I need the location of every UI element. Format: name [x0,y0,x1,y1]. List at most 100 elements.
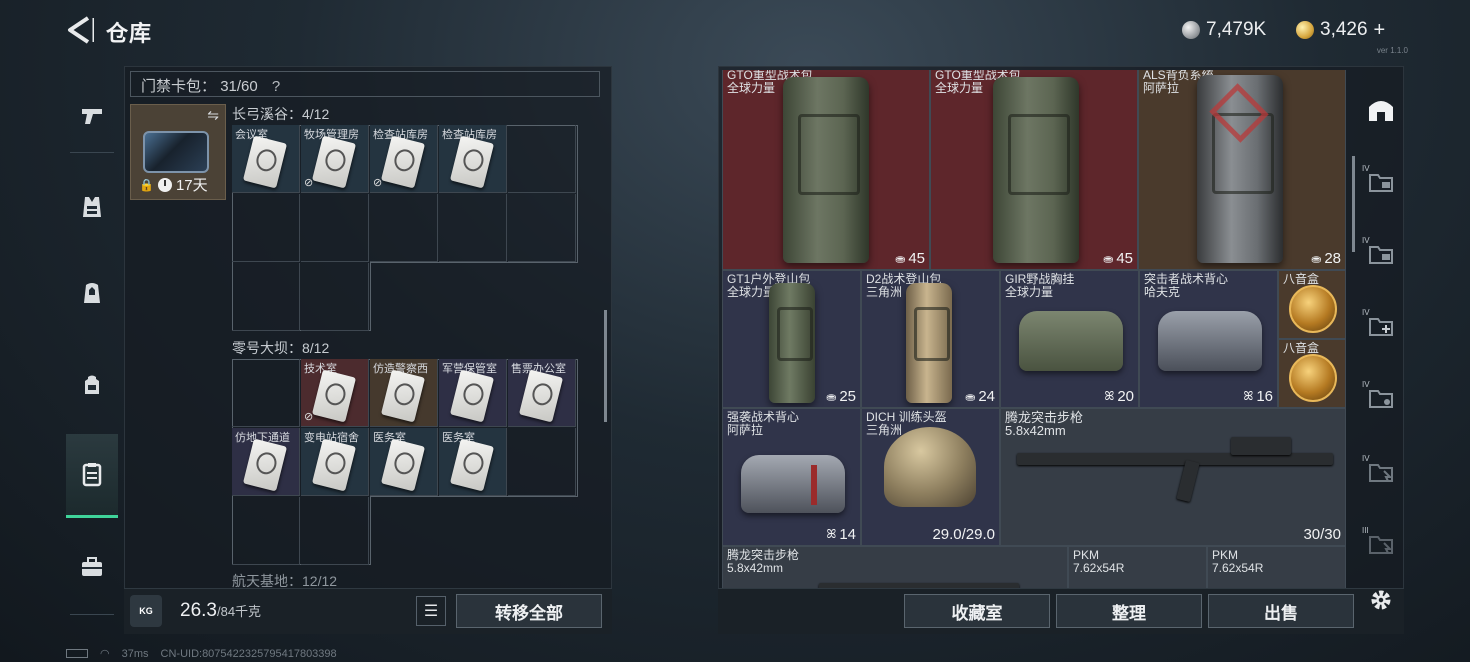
keycard-slot[interactable]: 售票办公室 [508,359,576,427]
keycard-slot[interactable]: 会议室 [232,125,300,193]
item-sub: 5.8x42mm [1005,423,1066,438]
empty-slot[interactable] [301,263,369,331]
empty-slot[interactable] [232,263,300,331]
back-button[interactable] [64,14,96,46]
user-id: CN-UID:8075422325795417803398 [160,647,337,660]
sort-button[interactable]: 整理 [1056,594,1202,628]
vest-icon [83,197,101,217]
empty-slot[interactable] [232,359,300,427]
item-raid-vest[interactable]: 强袭战术背心 阿萨拉 ꕤ 14 [722,408,861,546]
item-als-backpack[interactable]: ALS背负系统 阿萨拉 ⛂ 28 [1138,70,1346,270]
item-pkm[interactable]: PKM 7.62x54R [1207,546,1346,588]
help-icon[interactable]: ? [272,78,280,95]
backpack-icon [85,375,99,394]
empty-slot[interactable] [301,194,369,262]
backpack-image [993,77,1079,263]
right-scrollbar[interactable] [1352,156,1355,252]
item-gto-backpack[interactable]: GTO重型战术包 全球力量 ⛂ 45 [930,70,1138,270]
item-tenglong-rifle[interactable]: 腾龙突击步枪 5.8x42mm [722,546,1068,588]
item-d2-backpack[interactable]: D2战术登山包 三角洲 ⛂ 24 [861,270,1000,408]
vest-durability-icon: ꕤ [826,527,837,541]
keycard-case-slot[interactable]: ⇋ 🔒 17天 [130,104,226,200]
keycard-slot[interactable]: 仿地下通道 [232,428,300,496]
empty-slot[interactable] [508,194,576,262]
collection-room-button[interactable]: 收藏室 [904,594,1050,628]
item-gto-backpack[interactable]: GTO重型战术包 全球力量 ⛂ 45 [722,70,930,270]
empty-slot[interactable] [370,194,438,262]
transfer-all-button[interactable]: 转移全部 [456,594,602,628]
nav-keycard-case[interactable] [66,434,118,518]
item-gt1-backpack[interactable]: GT1户外登山包 全球力量 ⛂ 25 [722,270,861,408]
sell-button[interactable]: 出售 [1208,594,1354,628]
keycard-icon [449,438,495,492]
unbound-icon: ⊘ [304,411,314,423]
nav-weapons[interactable] [66,86,118,144]
silver-currency[interactable]: 7,479K [1182,18,1266,42]
settings-button[interactable] [1362,582,1400,618]
nav-chest-rig[interactable] [66,178,118,236]
keycard-capacity-label: 门禁卡包： [141,78,217,95]
weight-value: 26.3 [180,600,217,621]
keycard-slot[interactable]: 医务室 [439,428,507,496]
section-title-changgong: 长弓溪谷：4/12 [232,104,329,124]
item-count: ꕤ 14 [826,526,856,543]
warehouse-tab-6[interactable]: III [1362,526,1400,562]
backpack-image [906,283,952,403]
durability-icon: ⛂ [826,389,837,404]
page-title: 仓库 [106,21,153,46]
item-pkm[interactable]: PKM 7.62x54R [1068,546,1207,588]
warehouse-tab-3[interactable]: IV [1362,308,1400,344]
item-music-box[interactable]: 八音盒 [1278,339,1346,408]
section-name: 长弓溪谷： [232,106,302,122]
empty-slot[interactable] [508,125,576,193]
empty-slot[interactable] [301,497,369,565]
keycard-slot[interactable]: 牧场管理房 ⊘ [301,125,369,193]
section-title-dam: 零号大坝：8/12 [232,338,329,358]
keycard-icon [242,135,288,189]
item-count: 29.0/29.0 [932,526,995,543]
keycard-icon [518,369,564,423]
warehouse-tab-4[interactable]: IV [1362,380,1400,416]
gear-icon [1371,590,1391,610]
empty-slot[interactable] [508,428,576,496]
helmet-image [884,427,976,507]
keycard-slot[interactable]: 医务室 [370,428,438,496]
item-count: ⛂ 45 [895,250,925,267]
item-sub: 7.62x54R [1073,561,1125,575]
item-music-box[interactable]: 八音盒 [1278,270,1346,339]
vest-durability-icon: ꕤ [1243,389,1254,403]
gold-currency[interactable]: 3,426 + [1296,18,1385,42]
item-sub: 阿萨拉 [727,423,764,437]
warehouse-tab-2[interactable]: IV [1362,236,1400,272]
lock-icon: 🔒 [139,177,154,192]
add-currency-button[interactable]: + [1374,19,1386,42]
nav-backpack[interactable] [66,356,118,414]
folder-cursor-icon [1369,536,1393,554]
item-tenglong-rifle[interactable]: 腾龙突击步枪 5.8x42mm 30/30 [1000,408,1346,546]
keycard-slot[interactable]: 军营保管室 [439,359,507,427]
item-assault-vest[interactable]: 突击者战术背心 哈夫克 ꕤ 16 [1139,270,1278,408]
warehouse-tab-5[interactable]: IV [1362,454,1400,490]
keycard-slot[interactable]: 检查站库房 ⊘ [370,125,438,193]
weight-icon: KG [130,595,162,627]
safehouse-tab[interactable] [1362,92,1400,128]
swap-icon[interactable]: ⇋ [207,107,219,124]
item-gir-chest-rig[interactable]: GIR野战胸挂 全球力量 ꕤ 20 [1000,270,1139,408]
empty-slot[interactable] [439,194,507,262]
section-name: 零号大坝： [232,340,302,356]
keycard-case-image [143,131,209,173]
nav-armor[interactable] [66,264,118,322]
keycard-slot[interactable]: 变电站宿舍 [301,428,369,496]
keycard-slot[interactable]: 仿造警察西 [370,359,438,427]
empty-slot[interactable] [232,497,300,565]
unbound-icon: ⊘ [373,177,383,189]
left-scrollbar[interactable] [604,310,607,422]
warehouse-tab-1[interactable]: IV [1362,164,1400,200]
item-dich-helmet[interactable]: DICH 训练头盔 三角洲 29.0/29.0 [861,408,1000,546]
list-view-button[interactable]: ☰ [416,596,446,626]
keycard-slot[interactable]: 检查站库房 [439,125,507,193]
empty-slot[interactable] [232,194,300,262]
nav-case[interactable] [66,538,118,596]
keycard-slot[interactable]: 技术室 ⊘ [301,359,369,427]
keycard-icon [380,369,426,423]
